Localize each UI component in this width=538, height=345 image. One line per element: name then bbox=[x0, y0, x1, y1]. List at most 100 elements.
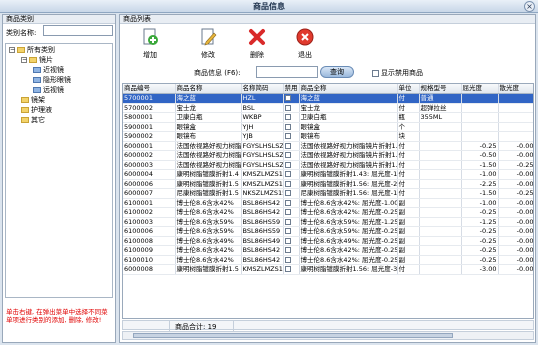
table-cell: NKSZLMZS15 bbox=[241, 188, 284, 199]
delete-button[interactable]: 删除 bbox=[242, 28, 272, 60]
table-cell: -0.25 bbox=[461, 226, 499, 237]
table-cell bbox=[419, 160, 462, 170]
table-cell: -0.25 bbox=[498, 160, 533, 170]
tree-node[interactable]: 远视镜 bbox=[33, 86, 64, 95]
column-header[interactable]: 商品名称 bbox=[175, 84, 242, 94]
column-header[interactable]: 散光度 bbox=[498, 84, 533, 94]
tree-node[interactable]: 镜架 bbox=[21, 96, 45, 105]
disabled-checkbox[interactable] bbox=[284, 142, 291, 149]
product-table[interactable]: 商品编号 商品名称 名称简码 禁用 商品全称 单位 规格型号 屈光度 散光度 5700001 海之… bbox=[122, 83, 534, 319]
table-row[interactable]: 6100002 博士伦8.6含水42% BSL86HS42 博士伦8.6含水42%: … bbox=[123, 207, 533, 218]
table-row[interactable]: 6000008 康明树脂镀膜折射1.5 KMSZLMZS15 康明树脂镀膜折射1.56… bbox=[123, 264, 533, 275]
disabled-checkbox[interactable] bbox=[284, 123, 291, 130]
collapse-icon[interactable]: − bbox=[9, 47, 15, 53]
table-cell: -0.00 bbox=[498, 245, 533, 256]
exit-button[interactable]: 退出 bbox=[290, 28, 320, 60]
table-row[interactable]: 5900002 眼镜布 YJB 眼镜布块 bbox=[123, 131, 533, 142]
table-row[interactable]: 6100001 博士伦8.6含水42% BSL86HS42 博士伦8.6含水42%: … bbox=[123, 198, 533, 208]
horizontal-scrollbar[interactable] bbox=[122, 331, 534, 340]
disabled-checkbox[interactable] bbox=[284, 161, 291, 168]
disabled-checkbox[interactable] bbox=[284, 95, 291, 101]
show-disabled-checkbox[interactable]: 显示禁用商品 bbox=[372, 68, 423, 78]
disabled-checkbox[interactable] bbox=[284, 228, 291, 234]
table-row[interactable]: 6000003 法国依视路好视力树脂 FGYSLHSLSZ 法国依视路好视力树脂镜片折… bbox=[123, 160, 533, 170]
table-row[interactable]: 6000004 康明树脂镀膜折射1.4 KMSZLMZS14 康明树脂镀膜折射1.43… bbox=[123, 169, 533, 180]
disabled-checkbox[interactable] bbox=[284, 114, 291, 120]
disabled-checkbox[interactable] bbox=[284, 237, 291, 244]
table-row[interactable]: 6100006 博士伦8.6含水59% BSL86HS59 博士伦8.6含水59%: … bbox=[123, 226, 533, 237]
add-button[interactable]: 增加 bbox=[135, 28, 165, 60]
disabled-checkbox[interactable] bbox=[284, 247, 291, 253]
disabled-checkbox[interactable] bbox=[284, 256, 291, 263]
disabled-checkbox[interactable] bbox=[284, 152, 291, 158]
search-button[interactable]: 查询 bbox=[320, 66, 354, 78]
tree-node[interactable]: 其它 bbox=[21, 116, 45, 125]
collapse-icon[interactable]: − bbox=[21, 57, 27, 63]
table-row[interactable]: 6100009 博士伦8.6含水42% BSL86HS42 博士伦8.6含水42%: … bbox=[123, 245, 533, 256]
table-row[interactable]: 6000001 法国依视路好视力树脂 FGYSLHSLSZ 法国依视路好视力树脂镜片折… bbox=[123, 141, 533, 151]
table-cell: 副 bbox=[397, 217, 420, 227]
tree-node-label: 其它 bbox=[31, 116, 45, 124]
column-header[interactable]: 商品编号 bbox=[123, 84, 176, 94]
table-cell bbox=[283, 179, 300, 189]
table-cell: -1.50 bbox=[461, 188, 499, 199]
disabled-checkbox[interactable] bbox=[284, 218, 291, 225]
product-panel: 商品列表 增加 修改 删除 退出 商品信息 (F6): 查询 显示禁用商品 商品… bbox=[119, 14, 536, 343]
edit-button-label: 修改 bbox=[201, 51, 215, 59]
tree-node-label: 护理液 bbox=[31, 106, 52, 114]
table-cell: -0.25 bbox=[461, 245, 499, 256]
tree-node[interactable]: − 所有类别 bbox=[9, 46, 55, 55]
table-cell bbox=[419, 122, 462, 132]
tree-node[interactable]: 隐形眼镜 bbox=[33, 76, 71, 85]
table-row[interactable]: 5900001 眼镜盒 YJH 眼镜盒个 bbox=[123, 122, 533, 132]
disabled-checkbox[interactable] bbox=[284, 209, 291, 215]
table-cell: KMSZLMZS15 bbox=[241, 179, 284, 189]
table-cell bbox=[283, 236, 300, 246]
tree-node[interactable]: 护理液 bbox=[21, 106, 52, 115]
column-header[interactable]: 名称简码 bbox=[241, 84, 284, 94]
table-row[interactable]: 6000006 康明树脂镀膜折射1.5 KMSZLMZS15 康明树脂镀膜折射1.56… bbox=[123, 179, 533, 189]
table-cell: BSL86HS42 bbox=[241, 198, 284, 208]
table-cell bbox=[461, 93, 499, 104]
table-cell: 卫康白瓶 bbox=[175, 112, 242, 123]
category-tree[interactable]: − 所有类别 − 镜片 近视镜 隐形眼镜 远视镜 镜架 护理液其它 bbox=[5, 43, 113, 298]
table-row[interactable]: 6100003 博士伦8.6含水59% BSL86HS59 博士伦8.6含水59%: … bbox=[123, 217, 533, 227]
table-cell: 付 bbox=[397, 141, 420, 151]
column-header[interactable]: 规格型号 bbox=[419, 84, 462, 94]
table-row[interactable]: 6100008 博士伦8.6含水49% BSL86HS49 博士伦8.6含水49%: … bbox=[123, 236, 533, 246]
scrollbar-thumb[interactable] bbox=[133, 333, 453, 338]
disabled-checkbox[interactable] bbox=[284, 266, 291, 272]
table-cell: 5900001 bbox=[123, 122, 176, 132]
table-cell bbox=[419, 150, 462, 161]
column-header[interactable]: 商品全称 bbox=[299, 84, 398, 94]
disabled-checkbox[interactable] bbox=[284, 104, 291, 111]
table-row[interactable]: 5700002 宝士龙 BSL 宝士龙付超弹拉丝 bbox=[123, 103, 533, 113]
tree-node[interactable]: − 镜片 bbox=[21, 56, 53, 65]
table-cell: 眼镜布 bbox=[175, 131, 242, 142]
table-row[interactable]: 6100010 博士伦8.6含水42% BSL86HS42 博士伦8.6含水42%: … bbox=[123, 255, 533, 265]
disabled-checkbox[interactable] bbox=[284, 190, 291, 196]
table-row[interactable]: 6000007 尼康树脂镀膜折射1.5 NKSZLMZS15 尼康树脂镀膜折射1.56… bbox=[123, 188, 533, 199]
table-cell: -0.00 bbox=[498, 169, 533, 180]
column-header[interactable]: 屈光度 bbox=[461, 84, 499, 94]
close-icon[interactable]: × bbox=[524, 1, 535, 12]
category-name-input[interactable] bbox=[43, 25, 113, 36]
disabled-checkbox[interactable] bbox=[284, 171, 291, 177]
disabled-checkbox[interactable] bbox=[284, 180, 291, 187]
table-cell: 法国依视路好视力树脂 bbox=[175, 141, 242, 151]
tree-node[interactable]: 近视镜 bbox=[33, 66, 64, 75]
table-cell bbox=[283, 169, 300, 180]
folder-icon bbox=[21, 97, 29, 103]
table-cell: YJB bbox=[241, 131, 284, 142]
column-header[interactable]: 禁用 bbox=[283, 84, 300, 94]
column-header[interactable]: 单位 bbox=[397, 84, 420, 94]
table-row[interactable]: 6000002 法国依视路好视力树脂 FGYSLHSLSZ 法国依视路好视力树脂镜片折… bbox=[123, 150, 533, 161]
search-input[interactable] bbox=[256, 66, 318, 78]
disabled-checkbox[interactable] bbox=[284, 199, 291, 206]
table-cell: 博士伦8.6含水42% bbox=[175, 198, 242, 208]
disabled-checkbox[interactable] bbox=[284, 133, 291, 139]
edit-button[interactable]: 修改 bbox=[193, 28, 223, 60]
table-row[interactable]: 5800001 卫康白瓶 WKBP 卫康白瓶瓶 355ML bbox=[123, 112, 533, 123]
table-cell: FGYSLHSLSZ bbox=[241, 160, 284, 170]
table-row[interactable]: 5700001 海之蓝 HZL 海之蓝付普通 bbox=[123, 93, 533, 104]
